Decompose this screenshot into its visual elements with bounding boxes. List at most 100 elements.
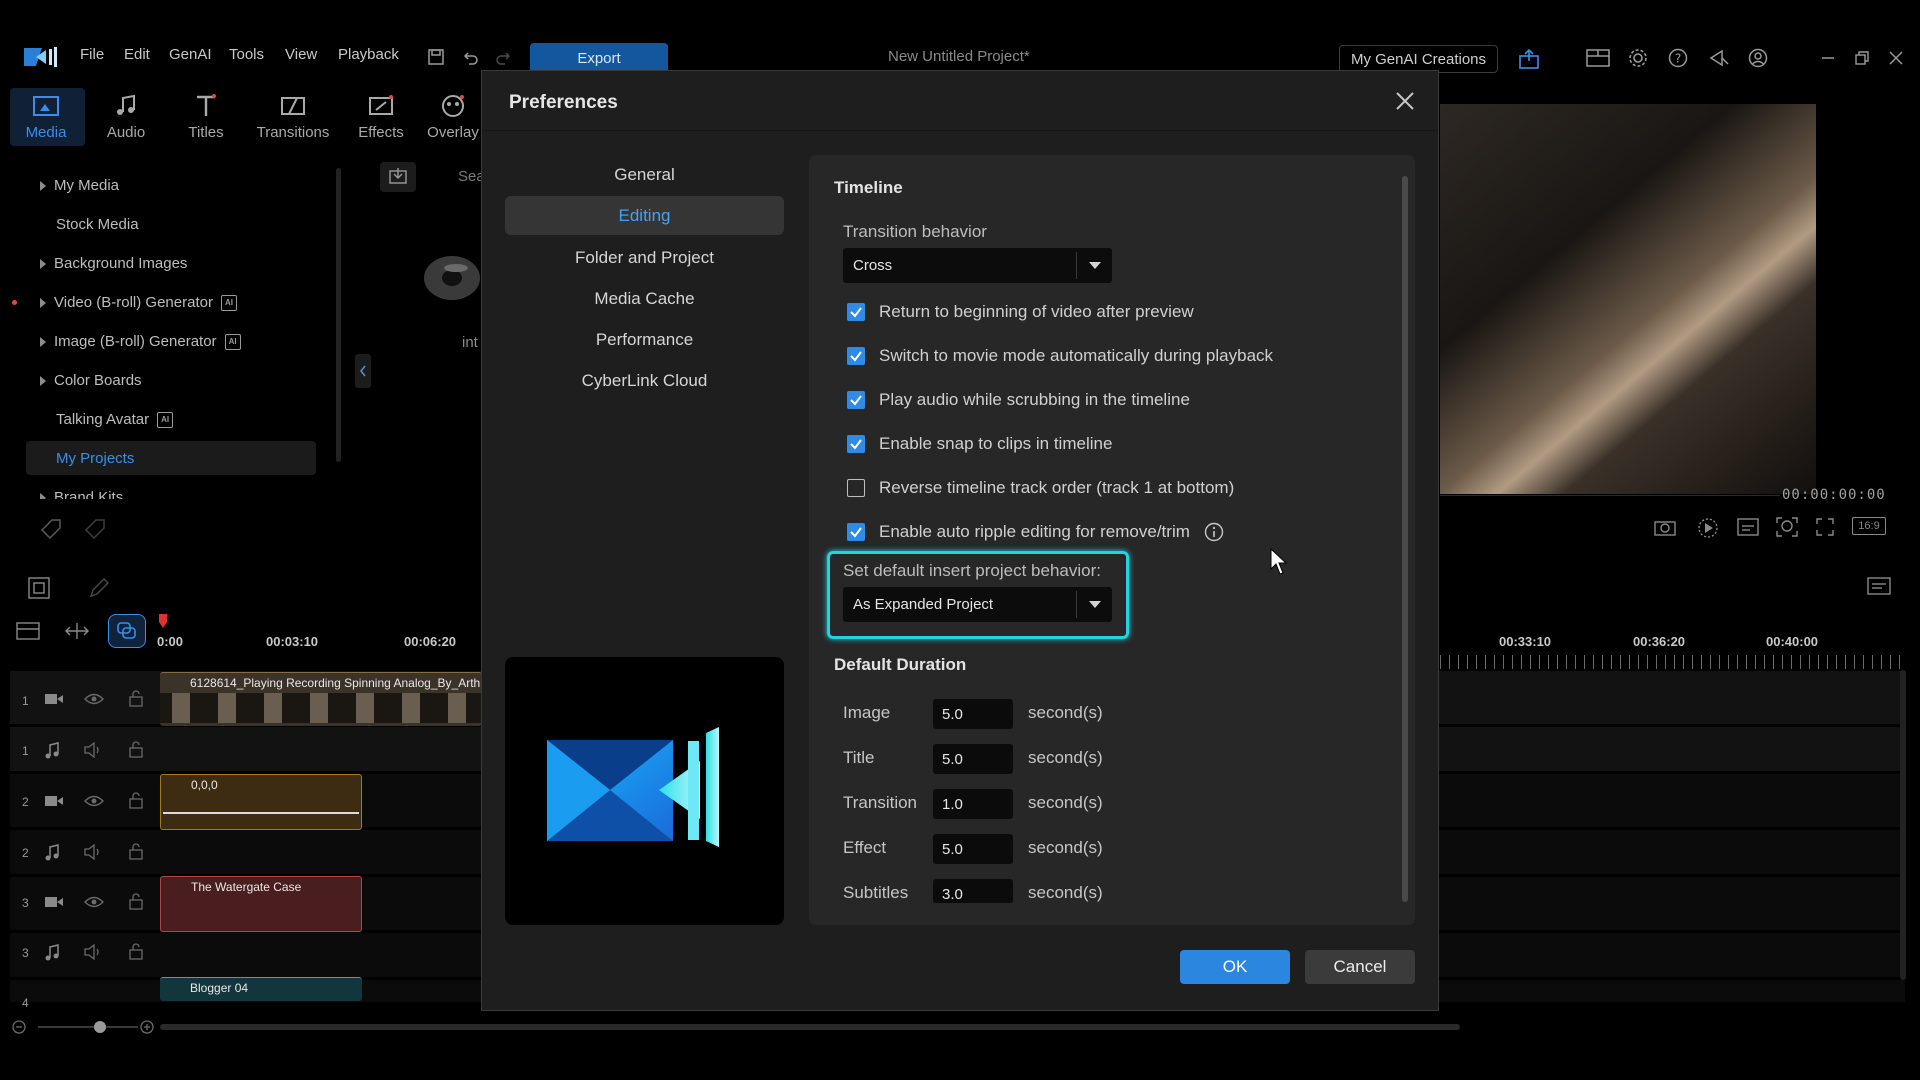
account-icon[interactable] (1748, 48, 1768, 68)
visibility-eye-icon[interactable] (84, 794, 104, 808)
ok-button[interactable]: OK (1180, 950, 1290, 984)
preview-window[interactable] (1440, 104, 1816, 494)
nav-media-cache[interactable]: Media Cache (505, 279, 784, 318)
undo-icon[interactable] (461, 48, 479, 66)
avatar-clip[interactable]: Blogger 04 (160, 977, 362, 1001)
collapse-panel-button[interactable] (355, 354, 371, 388)
settings-gear-icon[interactable] (1628, 48, 1648, 68)
duration-input-image[interactable]: 5.0 (933, 699, 1013, 729)
timeline-horizontal-scrollbar[interactable] (160, 1024, 1460, 1030)
tree-item-video-generator[interactable]: Video (B-roll) Generator AI (40, 294, 237, 311)
checkbox-row[interactable]: Return to beginning of video after previ… (847, 302, 1194, 322)
timeline-settings-icon[interactable] (1866, 574, 1894, 598)
tab-media[interactable]: Media (6, 94, 86, 141)
visibility-eye-icon[interactable] (84, 895, 104, 909)
insert-behavior-dropdown[interactable]: As Expanded Project (843, 587, 1112, 622)
checkbox-row[interactable]: Enable auto ripple editing for remove/tr… (847, 522, 1224, 542)
tab-effects[interactable]: Effects (341, 94, 421, 141)
menu-file[interactable]: File (80, 46, 104, 63)
zoom-slider-track[interactable] (38, 1026, 138, 1028)
checkbox-checked[interactable] (847, 347, 865, 365)
lock-icon[interactable] (128, 942, 144, 960)
import-media-button[interactable] (380, 162, 416, 192)
snapshot-icon[interactable] (1654, 517, 1676, 537)
transition-behavior-dropdown[interactable]: Cross (843, 248, 1112, 283)
subtitle-icon[interactable] (1737, 517, 1759, 537)
tab-transitions[interactable]: Transitions (253, 94, 333, 141)
lock-icon[interactable] (128, 892, 144, 910)
duration-input-subtitles[interactable]: 3.0 (933, 879, 1013, 903)
close-icon[interactable] (1393, 89, 1417, 113)
track-manager-icon[interactable] (14, 618, 44, 644)
title-clip[interactable]: The Watergate Case (160, 876, 362, 932)
zoom-slider-thumb[interactable] (94, 1021, 106, 1033)
tree-item-my-media[interactable]: My Media (40, 177, 119, 194)
help-icon[interactable]: ? (1668, 48, 1688, 68)
preview-scrubber[interactable] (1440, 495, 1780, 496)
tree-item-my-projects[interactable]: My Projects (56, 450, 134, 467)
timeline-fit-icon[interactable] (28, 577, 50, 599)
menu-tools[interactable]: Tools (229, 46, 264, 63)
tree-item-stock-media[interactable]: Stock Media (56, 216, 139, 233)
video-clip[interactable]: 6128614_Playing Recording Spinning Analo… (160, 672, 482, 726)
checkbox-unchecked[interactable] (847, 479, 865, 497)
visibility-eye-icon[interactable] (84, 692, 104, 706)
nav-cyberlink-cloud[interactable]: CyberLink Cloud (505, 361, 784, 400)
color-board-clip[interactable]: 0,0,0 (160, 774, 362, 830)
tab-audio[interactable]: Audio (86, 94, 166, 141)
tree-item-color-boards[interactable]: Color Boards (40, 372, 142, 389)
speaker-icon[interactable] (84, 844, 104, 860)
checkbox-row[interactable]: Play audio while scrubbing in the timeli… (847, 390, 1190, 410)
layout-icon[interactable] (1586, 48, 1610, 68)
info-icon[interactable] (1204, 522, 1224, 542)
zoom-in-icon[interactable] (140, 1020, 154, 1034)
media-thumbnail[interactable] (420, 222, 480, 312)
tree-item-background-images[interactable]: Background Images (40, 255, 187, 272)
tree-item-image-generator[interactable]: Image (B-roll) Generator AI (40, 333, 241, 350)
lock-icon[interactable] (128, 842, 144, 860)
speaker-icon[interactable] (84, 742, 104, 758)
add-tag-icon[interactable] (40, 518, 64, 540)
cancel-button[interactable]: Cancel (1305, 950, 1415, 984)
checkbox-checked[interactable] (847, 391, 865, 409)
checkbox-row[interactable]: Enable snap to clips in timeline (847, 434, 1112, 454)
nav-folder-and-project[interactable]: Folder and Project (505, 238, 784, 277)
minimize-icon[interactable] (1820, 50, 1836, 66)
playhead-marker[interactable] (159, 614, 167, 628)
nav-editing[interactable]: Editing (505, 196, 784, 235)
fit-timeline-icon[interactable] (62, 618, 92, 644)
magnetic-timeline-button[interactable] (108, 614, 146, 648)
tree-item-talking-avatar[interactable]: Talking Avatar AI (56, 411, 174, 428)
lock-icon[interactable] (128, 740, 144, 758)
zoom-icon[interactable] (1776, 517, 1798, 537)
restore-icon[interactable] (1854, 50, 1870, 66)
save-icon[interactable] (427, 48, 445, 66)
duration-input-effect[interactable]: 5.0 (933, 834, 1013, 864)
library-scrollbar[interactable] (336, 168, 341, 462)
my-genai-creations-button[interactable]: My GenAI Creations (1339, 45, 1498, 73)
tab-overlay[interactable]: Overlay (421, 94, 485, 141)
checkbox-row[interactable]: Switch to movie mode automatically durin… (847, 346, 1273, 366)
redo-icon[interactable] (495, 48, 513, 66)
lock-icon[interactable] (128, 791, 144, 809)
nav-general[interactable]: General (505, 155, 784, 194)
duration-input-title[interactable]: 5.0 (933, 744, 1013, 774)
duration-input-transition[interactable]: 1.0 (933, 789, 1013, 819)
menu-edit[interactable]: Edit (124, 46, 150, 63)
lock-icon[interactable] (128, 689, 144, 707)
checkbox-checked[interactable] (847, 435, 865, 453)
menu-genai[interactable]: GenAI (169, 46, 212, 63)
settings-scrollbar[interactable] (1402, 176, 1408, 902)
zoom-out-icon[interactable] (12, 1020, 26, 1034)
tab-titles[interactable]: Titles (166, 94, 246, 141)
pen-icon[interactable] (88, 577, 110, 599)
speaker-icon[interactable] (84, 944, 104, 960)
tree-item-brand-kits[interactable]: Brand Kits (40, 489, 240, 499)
menu-view[interactable]: View (285, 46, 317, 63)
export-button[interactable]: Export (530, 43, 668, 73)
checkbox-checked[interactable] (847, 303, 865, 321)
timeline-vertical-scrollbar[interactable] (1900, 670, 1906, 980)
remove-tag-icon[interactable] (84, 518, 108, 540)
checkbox-checked[interactable] (847, 523, 865, 541)
nav-performance[interactable]: Performance (505, 320, 784, 359)
